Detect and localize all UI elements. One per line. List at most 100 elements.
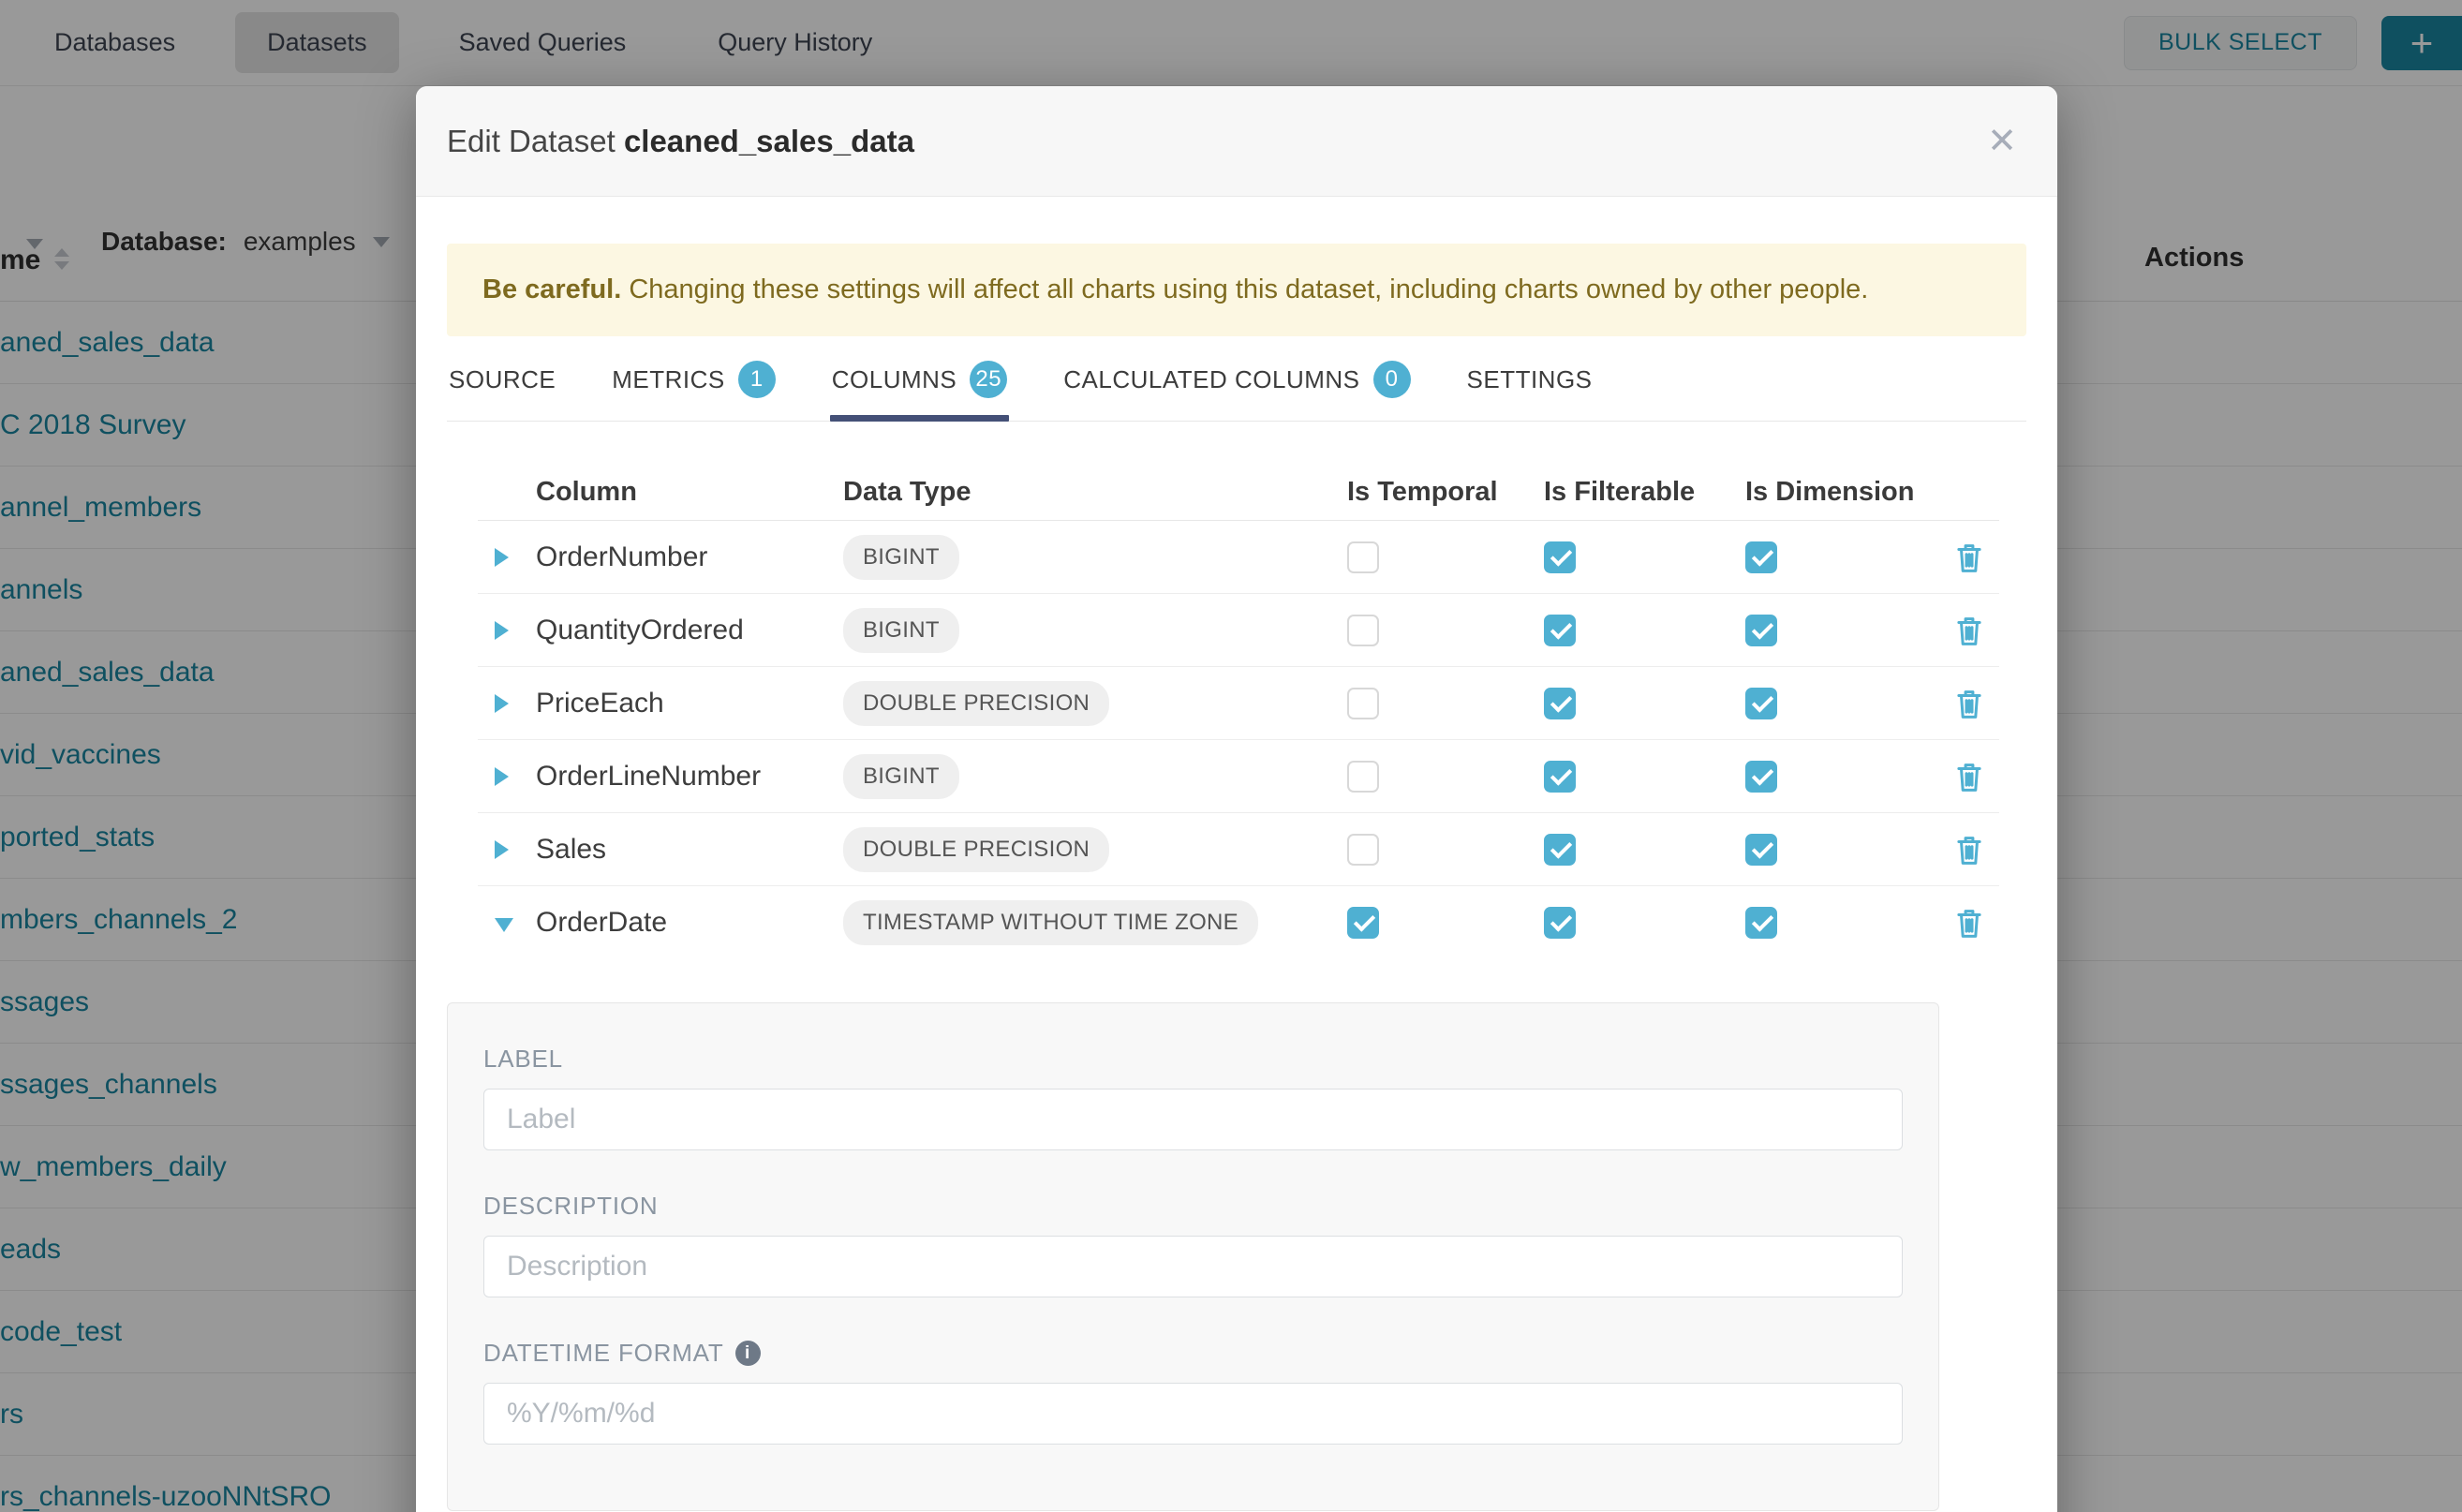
is-dimension-cell [1738, 834, 1939, 866]
warning-banner: Be careful. Changing these settings will… [447, 244, 2026, 336]
actions-cell [1939, 834, 1999, 866]
is-filterable-cell [1536, 615, 1738, 646]
collapse-caret-icon[interactable] [495, 918, 513, 932]
column-name: Sales [525, 834, 834, 866]
tab-label: SOURCE [449, 365, 556, 394]
is-dimension-cell [1738, 761, 1939, 793]
data-type-pill: BIGINT [843, 754, 959, 799]
expand-cell [478, 840, 525, 859]
is-dimension-checkbox[interactable] [1745, 615, 1777, 646]
is-filterable-checkbox[interactable] [1544, 761, 1576, 793]
is-dimension-cell [1738, 615, 1939, 646]
label-field-label: LABEL [483, 1045, 1903, 1074]
is-temporal-checkbox[interactable] [1347, 834, 1379, 866]
expand-caret-icon[interactable] [495, 548, 509, 567]
close-icon[interactable]: ✕ [1978, 118, 2026, 165]
delete-column-button[interactable] [1954, 541, 1984, 573]
expand-caret-icon[interactable] [495, 694, 509, 713]
datetime-format-field-label: DATETIME FORMAT i [483, 1339, 1903, 1368]
expand-caret-icon[interactable] [495, 840, 509, 859]
is-temporal-checkbox[interactable] [1347, 761, 1379, 793]
column-row: QuantityOrdered BIGINT [478, 594, 1999, 667]
columns-table: Column Data Type Is Temporal Is Filterab… [478, 465, 1999, 959]
is-filterable-cell [1536, 541, 1738, 573]
is-filterable-checkbox[interactable] [1544, 834, 1576, 866]
expand-cell [478, 767, 525, 786]
expand-cell [478, 548, 525, 567]
is-temporal-checkbox[interactable] [1347, 615, 1379, 646]
header-data-type: Data Type [834, 477, 1340, 508]
columns-table-header-row: Column Data Type Is Temporal Is Filterab… [478, 465, 1999, 521]
is-temporal-checkbox[interactable] [1347, 907, 1379, 939]
delete-column-button[interactable] [1954, 688, 1984, 719]
data-type-pill: TIMESTAMP WITHOUT TIME ZONE [843, 900, 1258, 945]
data-type-cell: BIGINT [834, 754, 1340, 799]
is-dimension-checkbox[interactable] [1745, 541, 1777, 573]
actions-cell [1939, 761, 1999, 793]
is-temporal-checkbox[interactable] [1347, 688, 1379, 719]
column-name: QuantityOrdered [525, 615, 834, 646]
modal-tab-calculated-columns[interactable]: CALCULATED COLUMNS0 [1061, 361, 1412, 421]
tab-count-badge: 1 [738, 361, 776, 398]
column-row: OrderDate TIMESTAMP WITHOUT TIME ZONE [478, 886, 1999, 959]
info-icon[interactable]: i [735, 1341, 761, 1366]
is-temporal-cell [1340, 615, 1536, 646]
description-input[interactable] [483, 1236, 1903, 1297]
is-filterable-checkbox[interactable] [1544, 615, 1576, 646]
column-detail-panel: LABEL DESCRIPTION DATETIME FORMAT i [447, 1002, 1939, 1511]
datetime-format-input[interactable] [483, 1383, 1903, 1445]
is-temporal-cell [1340, 541, 1536, 573]
column-name: PriceEach [525, 688, 834, 719]
data-type-cell: TIMESTAMP WITHOUT TIME ZONE [834, 900, 1340, 945]
edit-dataset-modal: Edit Dataset cleaned_sales_data ✕ Be car… [416, 86, 2057, 1512]
is-temporal-cell [1340, 688, 1536, 719]
header-is-filterable: Is Filterable [1536, 477, 1738, 508]
header-is-temporal: Is Temporal [1340, 477, 1536, 508]
label-input[interactable] [483, 1089, 1903, 1150]
delete-column-button[interactable] [1954, 761, 1984, 793]
is-filterable-checkbox[interactable] [1544, 907, 1576, 939]
column-row: Sales DOUBLE PRECISION [478, 813, 1999, 886]
expand-cell [478, 914, 525, 932]
delete-column-button[interactable] [1954, 907, 1984, 939]
is-filterable-checkbox[interactable] [1544, 688, 1576, 719]
is-temporal-cell [1340, 834, 1536, 866]
delete-column-button[interactable] [1954, 834, 1984, 866]
modal-tab-columns[interactable]: COLUMNS 25 [830, 361, 1010, 421]
is-temporal-checkbox[interactable] [1347, 541, 1379, 573]
data-type-pill: BIGINT [843, 535, 959, 580]
is-dimension-cell [1738, 541, 1939, 573]
data-type-cell: DOUBLE PRECISION [834, 827, 1340, 872]
tab-count-badge: 25 [970, 361, 1007, 398]
is-dimension-checkbox[interactable] [1745, 834, 1777, 866]
description-field-label-text: DESCRIPTION [483, 1192, 658, 1221]
expand-cell [478, 694, 525, 713]
is-dimension-checkbox[interactable] [1745, 688, 1777, 719]
warning-text: Changing these settings will affect all … [621, 274, 1868, 304]
modal-tab-settings[interactable]: SETTINGS [1465, 361, 1594, 421]
datetime-format-label-text: DATETIME FORMAT [483, 1339, 724, 1368]
data-type-cell: DOUBLE PRECISION [834, 681, 1340, 726]
is-dimension-checkbox[interactable] [1745, 761, 1777, 793]
expand-caret-icon[interactable] [495, 767, 509, 786]
modal-tabs: SOURCE METRICS1 COLUMNS 25 CALCULATED COLUMN… [447, 361, 2026, 422]
expand-caret-icon[interactable] [495, 621, 509, 640]
is-dimension-checkbox[interactable] [1745, 907, 1777, 939]
header-column: Column [525, 477, 834, 508]
column-name: OrderDate [525, 907, 834, 939]
tab-label: COLUMNS [832, 365, 957, 394]
data-type-cell: BIGINT [834, 535, 1340, 580]
modal-tab-metrics[interactable]: METRICS1 [610, 361, 778, 421]
data-type-pill: BIGINT [843, 608, 959, 653]
actions-cell [1939, 541, 1999, 573]
data-type-pill: DOUBLE PRECISION [843, 827, 1109, 872]
delete-column-button[interactable] [1954, 615, 1984, 646]
description-field-label: DESCRIPTION [483, 1192, 1903, 1221]
modal-body: Be careful. Changing these settings will… [416, 244, 2057, 1511]
tab-label: SETTINGS [1467, 365, 1593, 394]
actions-cell [1939, 615, 1999, 646]
tab-label: CALCULATED COLUMNS [1063, 365, 1359, 394]
is-filterable-checkbox[interactable] [1544, 541, 1576, 573]
actions-cell [1939, 688, 1999, 719]
modal-tab-source[interactable]: SOURCE [447, 361, 557, 421]
